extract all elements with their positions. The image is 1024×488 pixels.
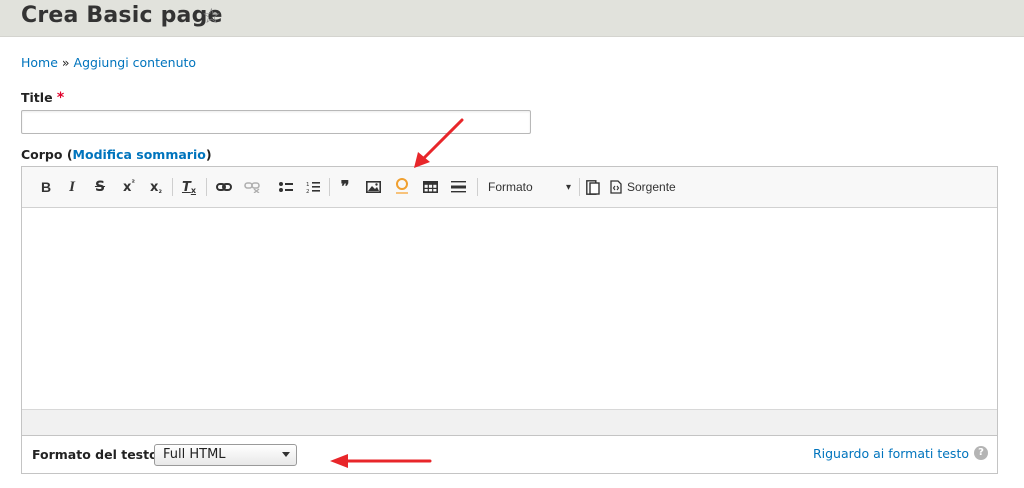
body-label-paren-close: ) bbox=[205, 147, 212, 162]
toolbar-separator bbox=[477, 178, 478, 196]
remove-format-glyph: T bbox=[181, 179, 191, 195]
horizontal-rule-icon bbox=[450, 181, 466, 193]
text-format-selected: Full HTML bbox=[163, 447, 226, 462]
title-label: Title * bbox=[21, 90, 64, 106]
link-button[interactable] bbox=[214, 177, 234, 197]
link-icon bbox=[216, 183, 232, 191]
table-button[interactable] bbox=[421, 177, 439, 197]
bulleted-list-icon bbox=[279, 182, 293, 192]
unlink-icon bbox=[244, 182, 260, 193]
image-icon bbox=[365, 181, 381, 193]
select-arrow-icon bbox=[282, 452, 290, 457]
superscript-button[interactable]: x² bbox=[120, 177, 138, 197]
text-format-wrapper: Formato del testo Full HTML Riguardo ai … bbox=[21, 436, 998, 474]
editor-toolbar: B I S x² x₂ Tx 12 ❞ Formato ▾ Sorgente bbox=[22, 167, 997, 208]
title-input[interactable] bbox=[21, 110, 531, 134]
editor-path-bar bbox=[22, 409, 997, 435]
superscript-glyph: x bbox=[123, 179, 132, 195]
format-dropdown-label: Formato bbox=[488, 180, 533, 194]
required-mark: * bbox=[56, 90, 65, 106]
svg-text:2: 2 bbox=[306, 189, 310, 194]
subscript-button[interactable]: x₂ bbox=[147, 177, 165, 197]
rich-text-editor: B I S x² x₂ Tx 12 ❞ Formato ▾ Sorgente bbox=[21, 166, 998, 436]
source-button[interactable]: Sorgente bbox=[610, 177, 682, 197]
table-icon bbox=[422, 181, 438, 193]
source-label: Sorgente bbox=[627, 180, 676, 194]
remove-format-button[interactable]: Tx bbox=[180, 177, 198, 197]
numbered-list-icon: 12 bbox=[306, 181, 320, 194]
bulleted-list-button[interactable] bbox=[277, 177, 295, 197]
remove-format-mark: x bbox=[190, 185, 197, 195]
breadcrumb-current-link[interactable]: Aggiungi contenuto bbox=[74, 55, 197, 70]
source-icon bbox=[610, 180, 622, 194]
title-label-text: Title bbox=[21, 90, 53, 105]
star-icon[interactable]: ☆ bbox=[202, 6, 221, 27]
page-header: Crea Basic page ☆ bbox=[0, 0, 1024, 37]
body-label-paren-open: ( bbox=[62, 147, 73, 162]
body-label: Corpo (Modifica sommario) bbox=[21, 147, 212, 162]
edit-summary-link[interactable]: Modifica sommario bbox=[73, 147, 206, 162]
toolbar-separator bbox=[172, 178, 173, 196]
format-dropdown[interactable]: Formato ▾ bbox=[482, 177, 577, 197]
editor-content-area[interactable] bbox=[22, 208, 997, 409]
strikethrough-button[interactable]: S bbox=[92, 177, 108, 197]
image-button[interactable] bbox=[364, 177, 382, 197]
breadcrumb: Home » Aggiungi contenuto bbox=[21, 55, 196, 70]
breadcrumb-separator: » bbox=[57, 55, 74, 70]
toolbar-separator bbox=[206, 178, 207, 196]
text-format-label: Formato del testo bbox=[32, 447, 158, 462]
toolbar-separator bbox=[329, 178, 330, 196]
subscript-mark: ₂ bbox=[158, 185, 162, 195]
bold-button[interactable]: B bbox=[38, 177, 54, 197]
blockquote-button[interactable]: ❞ bbox=[335, 177, 355, 197]
media-embed-button[interactable] bbox=[393, 177, 411, 197]
horizontal-rule-button[interactable] bbox=[449, 177, 467, 197]
maximize-icon bbox=[586, 179, 600, 195]
unlink-button[interactable] bbox=[242, 177, 262, 197]
body-label-text: Corpo bbox=[21, 147, 63, 162]
toolbar-separator bbox=[579, 178, 580, 196]
page-title: Crea Basic page bbox=[21, 3, 223, 28]
chevron-down-icon: ▾ bbox=[565, 181, 571, 193]
help-icon[interactable]: ? bbox=[974, 446, 988, 460]
text-format-help-link[interactable]: Riguardo ai formati testo bbox=[813, 446, 969, 461]
text-format-select[interactable]: Full HTML bbox=[154, 444, 297, 466]
maximize-button[interactable] bbox=[584, 177, 602, 197]
svg-text:1: 1 bbox=[306, 182, 310, 188]
subscript-glyph: x bbox=[150, 179, 159, 195]
superscript-mark: ² bbox=[131, 177, 135, 187]
breadcrumb-home-link[interactable]: Home bbox=[21, 55, 58, 70]
media-embed-icon bbox=[396, 178, 408, 194]
italic-button[interactable]: I bbox=[64, 177, 80, 197]
numbered-list-button[interactable]: 12 bbox=[304, 177, 322, 197]
